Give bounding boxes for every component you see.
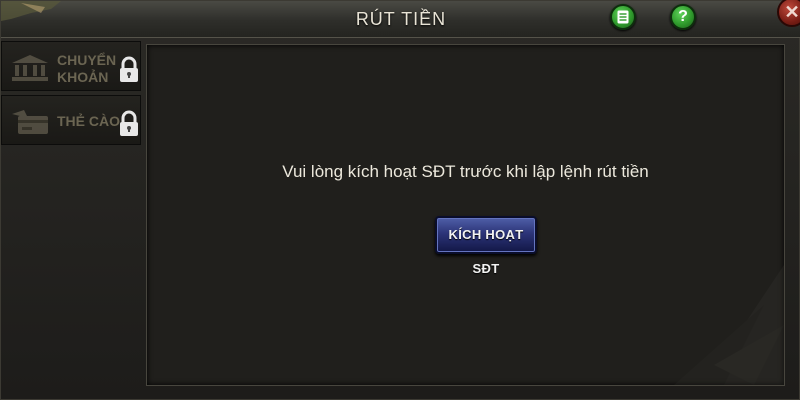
sidebar-item-label: THẺ CÀO bbox=[57, 113, 120, 129]
withdraw-dialog: RÚT TIỀN ? ✕ CHUYỂN KHOẢN THẺ CÀO Vui lò… bbox=[0, 0, 800, 400]
sidebar-item-scratch-card[interactable]: THẺ CÀO bbox=[1, 95, 141, 145]
content-panel: Vui lòng kích hoạt SĐT trước khi lập lện… bbox=[146, 44, 785, 386]
activation-message: Vui lòng kích hoạt SĐT trước khi lập lện… bbox=[282, 162, 649, 181]
help-button[interactable]: ? bbox=[670, 4, 696, 30]
card-icon bbox=[12, 110, 48, 134]
dialog-header: RÚT TIỀN ? ✕ bbox=[1, 0, 800, 38]
bank-icon bbox=[12, 55, 48, 81]
document-list-icon bbox=[617, 10, 629, 24]
lock-icon bbox=[120, 110, 138, 136]
lock-icon bbox=[120, 56, 138, 82]
close-icon: ✕ bbox=[784, 1, 800, 22]
help-icon: ? bbox=[678, 8, 688, 25]
activate-phone-button[interactable]: KÍCH HOẠT SĐT bbox=[435, 216, 537, 276]
sidebar-item-bank-transfer[interactable]: CHUYỂN KHOẢN bbox=[1, 41, 141, 91]
sidebar-item-label: CHUYỂN KHOẢN bbox=[57, 52, 117, 85]
background-pattern bbox=[674, 265, 784, 385]
history-button[interactable] bbox=[610, 4, 636, 30]
withdraw-method-sidebar: CHUYỂN KHOẢN THẺ CÀO bbox=[1, 41, 143, 149]
